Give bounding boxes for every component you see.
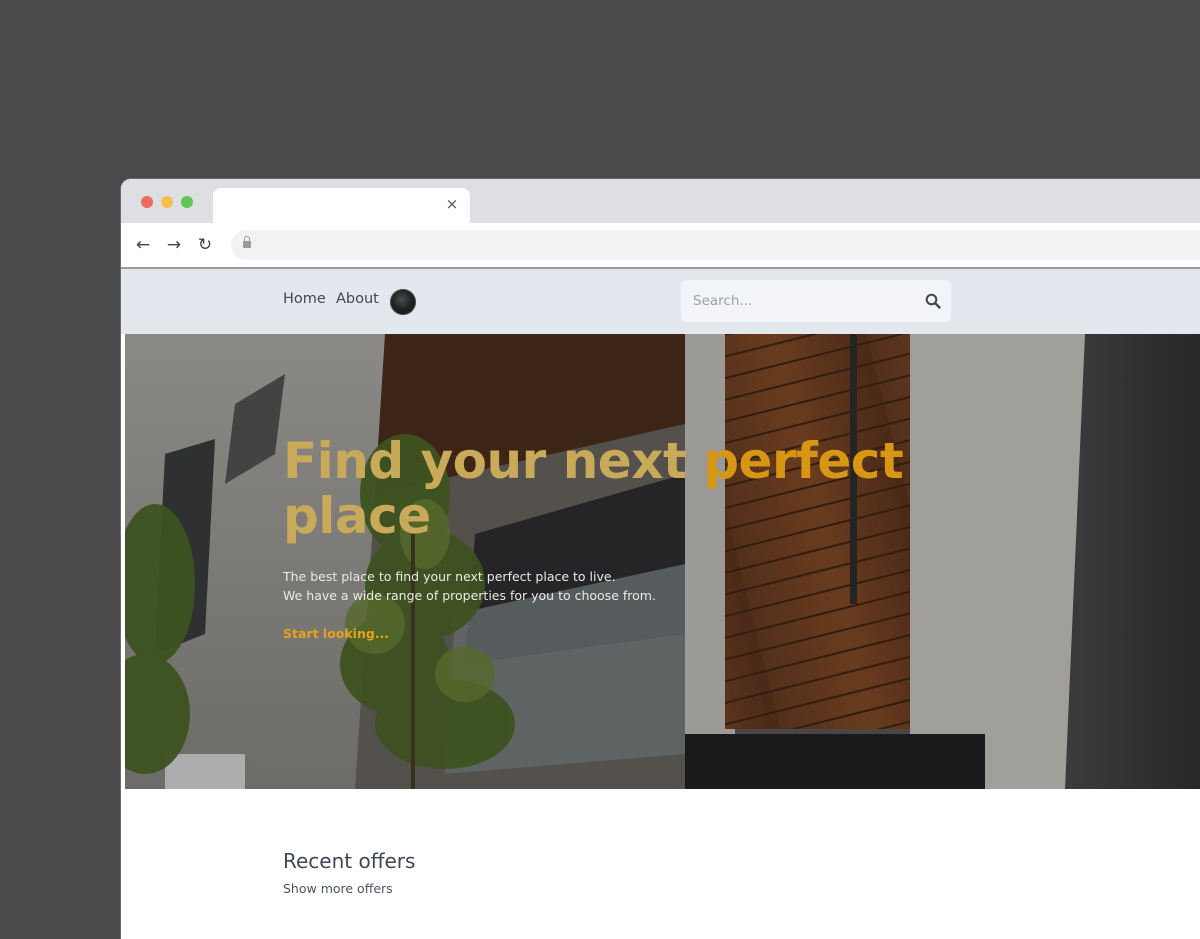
recent-offers-heading: Recent offers (283, 849, 416, 873)
browser-toolbar: ← → ↻ (121, 223, 1200, 269)
hero-section: Find your next perfect place The best pl… (125, 334, 1200, 789)
minimize-window-button[interactable] (161, 196, 173, 208)
tab-bar: × (121, 179, 1200, 223)
forward-arrow-icon[interactable]: → (164, 235, 184, 255)
hero-description-line: The best place to find your next perfect… (283, 569, 616, 584)
hero-overlay (125, 334, 1200, 789)
hero-title-accent: perfect (703, 432, 904, 490)
start-looking-link[interactable]: Start looking... (283, 626, 389, 641)
browser-tab[interactable]: × (213, 188, 470, 223)
hero-title: Find your next perfect place (283, 432, 904, 545)
lock-icon (243, 236, 251, 248)
search-icon[interactable] (925, 293, 941, 309)
hero-description-line: We have a wide range of properties for y… (283, 588, 656, 603)
avatar[interactable] (390, 289, 416, 315)
web-page: Home About Search... Find your next perf… (121, 269, 1200, 939)
search-box (681, 280, 951, 322)
nav-link-about[interactable]: About (336, 291, 379, 307)
show-more-offers-link[interactable]: Show more offers (283, 881, 393, 896)
reload-icon[interactable]: ↻ (195, 235, 215, 255)
maximize-window-button[interactable] (181, 196, 193, 208)
site-navbar: Home About (121, 269, 1200, 334)
browser-window: × ← → ↻ Home About Search... Find your n… (121, 179, 1200, 939)
nav-link-home[interactable]: Home (283, 291, 326, 307)
close-window-button[interactable] (141, 196, 153, 208)
search-input[interactable] (681, 280, 913, 322)
tab-close-icon[interactable]: × (444, 196, 460, 212)
hero-description: The best place to find your next perfect… (283, 567, 703, 605)
address-bar[interactable] (231, 230, 1200, 260)
back-arrow-icon[interactable]: ← (133, 235, 153, 255)
